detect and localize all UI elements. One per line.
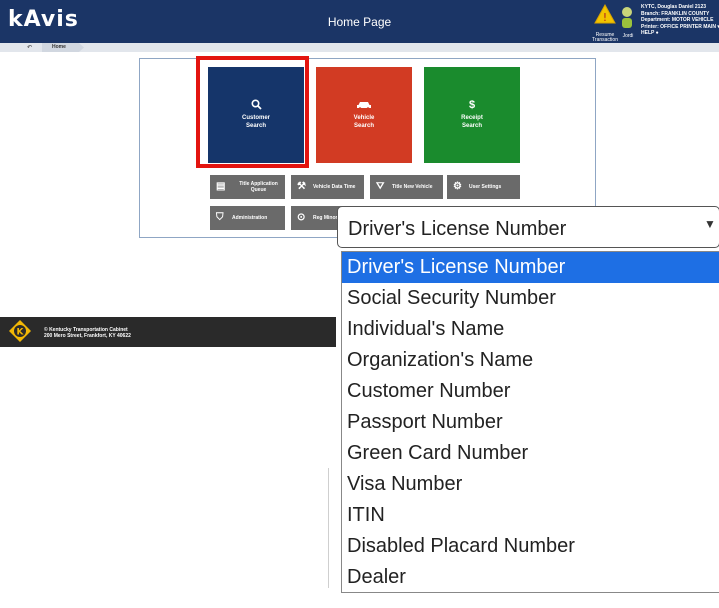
dropdown-option[interactable]: Disabled Placard Number [342,531,719,562]
breadcrumb-home[interactable]: Home [42,43,84,52]
kytc-logo: K [9,320,31,342]
button-label: Administration [232,215,268,221]
dollar-icon: $ [468,99,476,111]
user-info: KYTC, Douglas Daniel 2123 Branch: FRANKL… [641,4,719,37]
search-type-value: Driver's License Number [348,218,567,240]
tile-label: Receipt [461,115,483,121]
dropdown-option[interactable]: Individual's Name [342,314,719,345]
title-new-vehicle-button[interactable]: ⛛ Title New Vehicle [370,175,443,199]
car-icon [316,99,412,111]
highlight-box [196,56,309,168]
list-icon: ▤ [216,181,226,192]
vehicle-search-tile[interactable]: Vehicle Search [316,67,412,163]
chevron-down-icon[interactable]: ▼ [704,217,716,231]
title-application-queue-button[interactable]: ▤ Title Application Queue [210,175,285,199]
background-divider [328,468,335,588]
svg-text:!: ! [603,11,607,24]
tile-label: Search [461,123,482,129]
dropdown-option[interactable]: Organization's Name [342,345,719,376]
receipt-search-tile[interactable]: $ Receipt Search [424,67,520,163]
footer-line: 200 Mero Street, Frankfort, KY 40622 [44,333,131,339]
tile-label: Search [353,123,374,129]
user-circle-icon: ⊙ [297,212,306,223]
dropdown-option[interactable]: Passport Number [342,407,719,438]
dropdown-option[interactable]: Dealer [342,562,719,593]
footer-text: © Kentucky Transportation Cabinet 200 Me… [44,327,131,339]
button-label: User Settings [469,184,502,190]
svg-text:K: K [17,328,25,338]
footer: K © Kentucky Transportation Cabinet 200 … [0,317,336,347]
breadcrumb: ↶ Home [0,43,719,52]
dropdown-option[interactable]: Customer Number [342,376,719,407]
button-label: Title Application Queue [239,181,278,193]
search-type-select[interactable]: Driver's License Number ▼ [337,206,719,248]
user-icon[interactable] [619,5,635,34]
gavel-icon: ⚒ [297,181,306,192]
dropdown-option[interactable]: Green Card Number [342,438,719,469]
button-label: Reg Minor [313,215,338,221]
registration-button[interactable]: ⊙ Reg Minor [291,206,343,230]
dropdown-option[interactable]: Social Security Number [342,283,719,314]
vehicle-due-button[interactable]: ⚒ Vehicle Data Time [291,175,364,199]
user-name: Jordi [622,33,634,39]
dropdown-option[interactable]: ITIN [342,500,719,531]
dropdown-option[interactable]: Driver's License Number [342,252,719,283]
warning-icon: ! [594,3,616,24]
gear-icon: ⚙ [453,181,462,192]
shield-icon: ⛉ [216,212,224,223]
road-icon: ⛛ [376,181,385,192]
resume-transaction-button[interactable]: ! [592,3,618,29]
dropdown-option[interactable]: Visa Number [342,469,719,500]
button-label: Title New Vehicle [392,184,433,190]
back-icon[interactable]: ↶ [27,44,32,51]
user-info-line: Department: MOTOR VEHICLE [641,17,714,23]
help-link[interactable]: HELP ● [641,30,719,37]
user-settings-button[interactable]: ⚙ User Settings [447,175,520,199]
top-bar: kAvis Home Page ! Resume Transaction Jor… [0,0,719,43]
administration-button[interactable]: ⛉ Administration [210,206,285,230]
tile-label: Vehicle [353,115,375,121]
button-label: Vehicle Data Time [313,184,356,190]
search-type-options: Driver's License Number Social Security … [341,251,719,593]
